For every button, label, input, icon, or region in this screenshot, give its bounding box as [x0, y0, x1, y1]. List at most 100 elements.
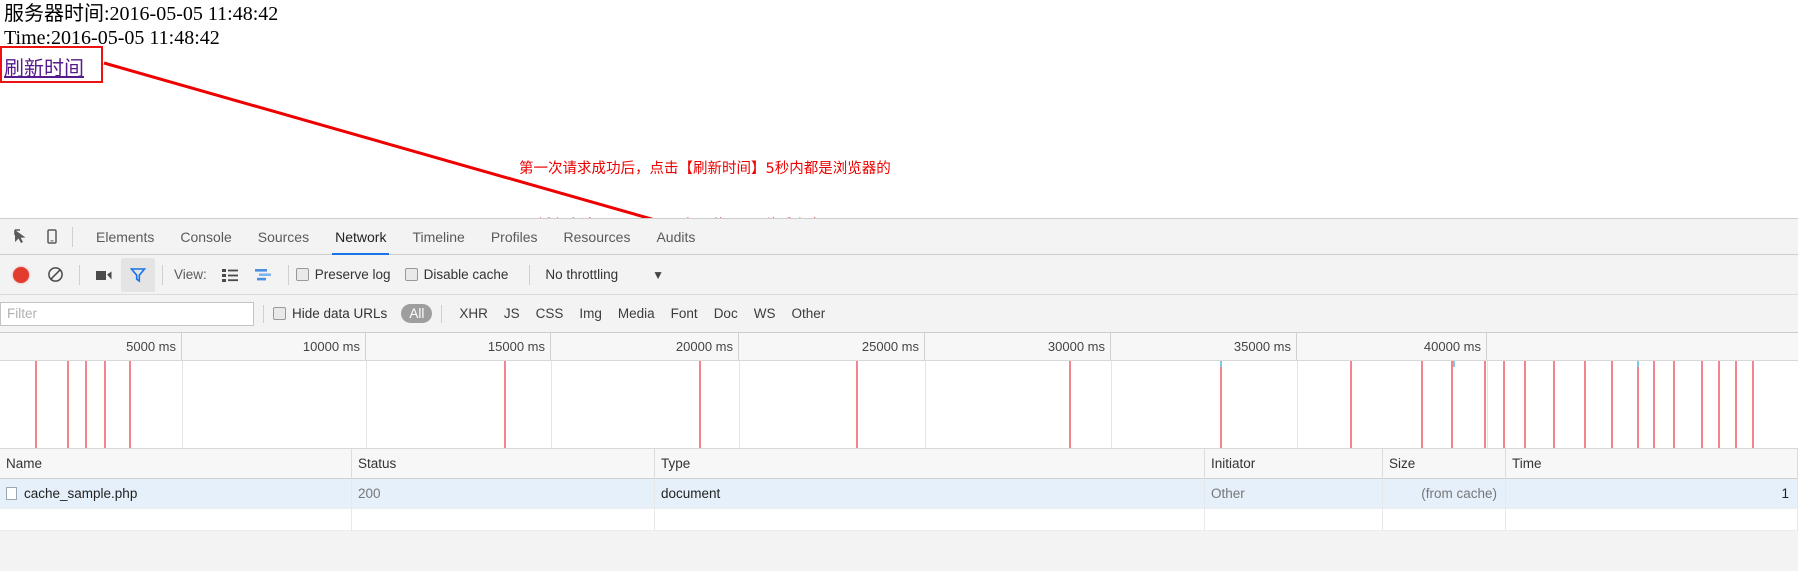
- column-header-size[interactable]: Size: [1383, 448, 1506, 479]
- overview-gridline: [925, 361, 926, 448]
- disable-cache-checkbox[interactable]: Disable cache: [404, 267, 509, 282]
- filter-type-doc[interactable]: Doc: [706, 304, 746, 323]
- record-button[interactable]: [4, 258, 38, 292]
- filter-type-media[interactable]: Media: [610, 304, 663, 323]
- overview-gridline: [551, 361, 552, 448]
- overview-event-marker: [1735, 361, 1737, 448]
- toolbar-divider: [79, 264, 80, 285]
- network-toolbar: View: Preserve log Disable cache No thro…: [0, 255, 1798, 295]
- tab-profiles[interactable]: Profiles: [478, 219, 551, 255]
- overview-blue-marker: [1637, 361, 1639, 367]
- empty-cell: [352, 508, 655, 531]
- column-header-name[interactable]: Name: [0, 448, 352, 479]
- overview-event-marker: [67, 361, 69, 448]
- overview-event-marker: [1069, 361, 1071, 448]
- cell-name[interactable]: cache_sample.php: [0, 478, 352, 509]
- tab-sources[interactable]: Sources: [245, 219, 322, 255]
- tab-audits[interactable]: Audits: [643, 219, 708, 255]
- overview-event-marker: [104, 361, 106, 448]
- filter-type-js[interactable]: JS: [496, 304, 528, 323]
- camera-icon: [96, 270, 112, 280]
- toolbar-divider: [441, 304, 443, 323]
- table-empty-row: [0, 508, 1798, 531]
- filter-button[interactable]: [121, 257, 155, 292]
- inspect-cursor-icon[interactable]: [6, 222, 36, 252]
- capture-screenshots-button[interactable]: [87, 258, 121, 292]
- filter-type-other[interactable]: Other: [783, 304, 833, 323]
- refresh-time-link[interactable]: 刷新时间: [4, 52, 84, 81]
- chevron-down-icon[interactable]: ▼: [652, 268, 664, 282]
- cell-initiator: Other: [1205, 478, 1383, 509]
- clear-button[interactable]: [38, 258, 72, 292]
- overview-event-marker: [1524, 361, 1526, 448]
- devtools-tabs: Elements Console Sources Network Timelin…: [83, 219, 708, 255]
- column-header-time[interactable]: Time: [1506, 448, 1798, 479]
- toolbar-divider: [72, 226, 73, 247]
- throttling-select[interactable]: No throttling: [545, 267, 618, 282]
- column-header-type[interactable]: Type: [655, 448, 1205, 479]
- device-toggle-icon[interactable]: [36, 222, 66, 252]
- preserve-log-checkbox[interactable]: Preserve log: [295, 267, 391, 282]
- filter-type-xhr[interactable]: XHR: [451, 304, 496, 323]
- empty-cell: [1205, 508, 1383, 531]
- cell-type: document: [655, 478, 1205, 509]
- overview-gridline: [1297, 361, 1298, 448]
- cell-size: (from cache): [1383, 478, 1506, 509]
- overview-gridline: [1111, 361, 1112, 448]
- funnel-filter-icon: [130, 267, 146, 283]
- tab-resources[interactable]: Resources: [551, 219, 644, 255]
- server-time-text: 服务器时间:2016-05-05 11:48:42: [4, 3, 279, 25]
- disable-cache-label: Disable cache: [423, 267, 509, 282]
- list-view-icon: [221, 268, 238, 282]
- overview-event-marker: [1718, 361, 1720, 448]
- filter-input[interactable]: [0, 301, 254, 326]
- tab-timeline[interactable]: Timeline: [399, 219, 477, 255]
- hide-data-urls-checkbox[interactable]: Hide data URLs: [273, 306, 387, 321]
- overview-event-marker: [1653, 361, 1655, 448]
- overview-blue-marker: [1453, 361, 1455, 367]
- preserve-log-label: Preserve log: [314, 267, 391, 282]
- devtools-tabstrip: Elements Console Sources Network Timelin…: [0, 219, 1798, 255]
- record-circle-icon: [13, 266, 29, 283]
- overview-event-marker: [1484, 361, 1486, 448]
- devtools-panel: Elements Console Sources Network Timelin…: [0, 218, 1798, 571]
- overview-event-marker: [504, 361, 506, 448]
- cell-time: 1: [1506, 478, 1798, 509]
- empty-cell: [1506, 508, 1798, 531]
- filter-type-all[interactable]: All: [401, 304, 433, 323]
- view-label: View:: [174, 267, 207, 282]
- tab-console[interactable]: Console: [167, 219, 244, 255]
- network-filter-bar: Hide data URLs All XHR JS CSS Img Media …: [0, 295, 1798, 333]
- overview-event-marker: [1503, 361, 1505, 448]
- timeline-tick-label: 30000 ms: [925, 333, 1111, 360]
- table-row[interactable]: cache_sample.php 200 document Other (from ca…: [0, 478, 1798, 509]
- toolbar-divider: [287, 264, 289, 285]
- filter-type-ws[interactable]: WS: [746, 304, 784, 323]
- overview-event-marker: [1637, 361, 1639, 448]
- overview-event-marker: [85, 361, 87, 448]
- annotation-text: 第一次请求成功后，点击【刷新时间】5秒内都是浏览器的 缓存中读取，而不从服务器获…: [519, 122, 891, 218]
- overview-event-marker: [1220, 361, 1222, 448]
- timeline-ruler[interactable]: 5000 ms 10000 ms 15000 ms 20000 ms 25000 ms 3…: [0, 333, 1798, 361]
- filter-type-css[interactable]: CSS: [528, 304, 572, 323]
- filter-type-font[interactable]: Font: [663, 304, 706, 323]
- column-header-initiator[interactable]: Initiator: [1205, 448, 1383, 479]
- request-name-label: cache_sample.php: [24, 485, 138, 501]
- empty-cell: [655, 508, 1205, 531]
- network-overview-waterfall[interactable]: [0, 361, 1798, 449]
- overview-event-marker: [1673, 361, 1675, 448]
- filter-type-img[interactable]: Img: [571, 304, 610, 323]
- waterfall-view-button[interactable]: [247, 258, 281, 292]
- toolbar-divider: [529, 264, 531, 285]
- document-file-icon: [6, 487, 17, 500]
- overview-event-marker: [1752, 361, 1754, 448]
- clear-prohibited-icon: [47, 267, 63, 282]
- column-header-status[interactable]: Status: [352, 448, 655, 479]
- overview-event-marker: [129, 361, 131, 448]
- tab-network[interactable]: Network: [322, 219, 399, 255]
- checkbox-icon: [404, 268, 418, 281]
- tab-elements[interactable]: Elements: [83, 219, 167, 255]
- timeline-tick-label: 5000 ms: [0, 333, 182, 360]
- list-view-button[interactable]: [213, 258, 247, 292]
- overview-event-marker: [1451, 361, 1453, 448]
